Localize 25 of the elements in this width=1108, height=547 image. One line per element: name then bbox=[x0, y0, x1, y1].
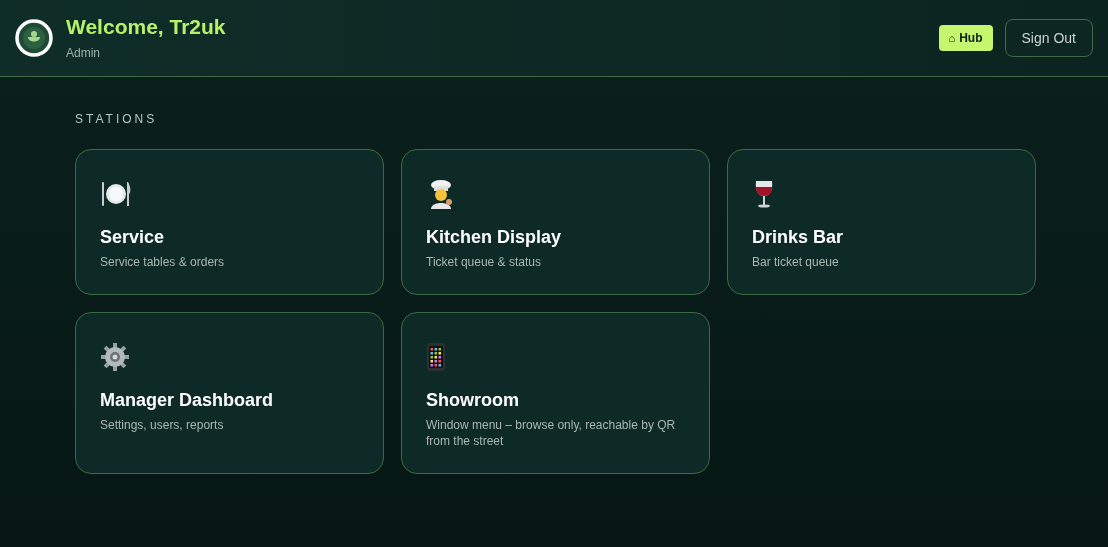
home-icon: ⌂ bbox=[948, 29, 956, 47]
gear-icon bbox=[100, 342, 130, 372]
hub-button[interactable]: ⌂ Hub bbox=[938, 25, 993, 51]
station-title: Drinks Bar bbox=[752, 226, 845, 249]
plate-and-cutlery-icon bbox=[100, 179, 132, 209]
phone-icon bbox=[426, 342, 446, 372]
station-description: Bar ticket queue bbox=[752, 254, 840, 270]
logo-icon bbox=[15, 19, 53, 57]
station-card[interactable]: Manager Dashboard Settings, users, reports bbox=[75, 312, 384, 474]
sign-out-button[interactable]: Sign Out bbox=[1004, 19, 1093, 57]
station-card[interactable]: Service Service tables & orders bbox=[75, 149, 384, 295]
user-role: Admin bbox=[66, 44, 101, 62]
station-description: Service tables & orders bbox=[100, 254, 226, 270]
welcome-title: Welcome, Tr2uk bbox=[66, 14, 226, 41]
section-title: STATIONS bbox=[75, 111, 159, 128]
station-card[interactable]: Showroom Window menu – browse only, reachable by QR from the street bbox=[401, 312, 710, 474]
station-title: Service bbox=[100, 226, 166, 249]
station-title: Showroom bbox=[426, 389, 520, 412]
station-card[interactable]: Drinks Bar Bar ticket queue bbox=[727, 149, 1036, 295]
station-title: Manager Dashboard bbox=[100, 389, 275, 412]
station-description: Ticket queue & status bbox=[426, 254, 542, 270]
station-card[interactable]: Kitchen Display Ticket queue & status bbox=[401, 149, 710, 295]
station-description: Window menu – browse only, reachable by QR from the street bbox=[426, 417, 677, 449]
station-description: Settings, users, reports bbox=[100, 417, 225, 433]
station-title: Kitchen Display bbox=[426, 226, 563, 249]
